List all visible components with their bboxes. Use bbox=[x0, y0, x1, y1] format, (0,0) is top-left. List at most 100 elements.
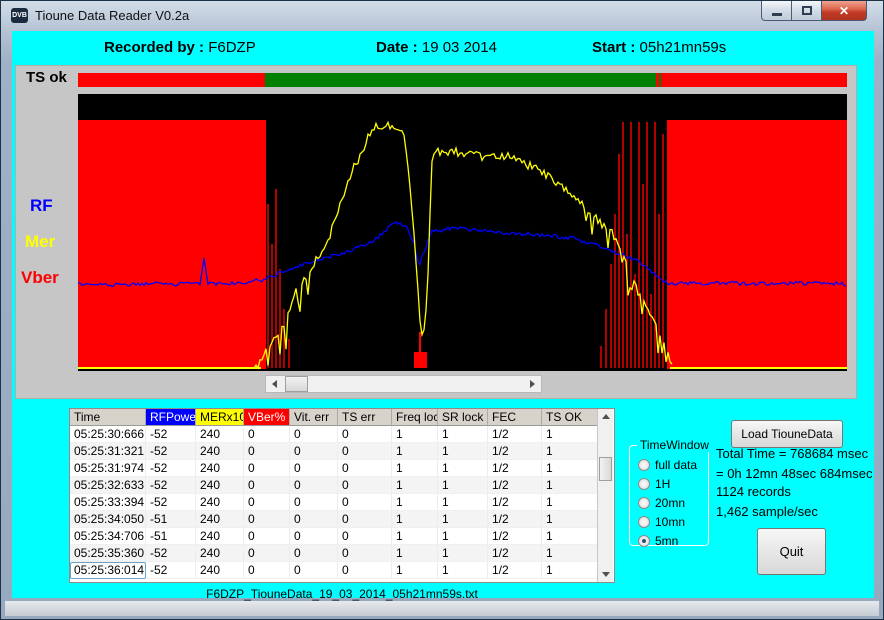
table-scrollbar-vertical[interactable] bbox=[597, 409, 613, 582]
table-scrollbar-thumb[interactable] bbox=[599, 457, 612, 481]
column-header-sr-lock[interactable]: SR lock bbox=[438, 409, 488, 426]
table-cell[interactable]: 1/2 bbox=[488, 426, 542, 443]
table-cell[interactable]: 1 bbox=[542, 494, 599, 511]
table-cell[interactable]: 1 bbox=[392, 460, 438, 477]
table-cell[interactable]: 0 bbox=[244, 443, 290, 460]
table-cell[interactable]: 1 bbox=[438, 443, 488, 460]
table-row[interactable]: 05:25:34:050-51240000111/21 bbox=[70, 511, 614, 528]
scroll-left-button[interactable] bbox=[266, 376, 283, 392]
table-cell[interactable]: 0 bbox=[290, 443, 338, 460]
table-cell[interactable]: 0 bbox=[244, 426, 290, 443]
radio-option-1h[interactable]: 1H bbox=[638, 476, 670, 492]
table-cell[interactable]: 0 bbox=[290, 477, 338, 494]
table-cell[interactable]: 0 bbox=[244, 528, 290, 545]
table-cell[interactable]: 05:25:34:706 bbox=[70, 528, 146, 545]
table-cell[interactable]: 05:25:33:394 bbox=[70, 494, 146, 511]
table-cell[interactable]: 0 bbox=[338, 528, 392, 545]
table-cell[interactable]: 1 bbox=[438, 511, 488, 528]
table-cell[interactable]: -52 bbox=[146, 443, 196, 460]
table-row[interactable]: 05:25:36:014-52240000111/21 bbox=[70, 562, 614, 579]
table-cell[interactable]: 240 bbox=[196, 443, 244, 460]
table-cell[interactable]: 0 bbox=[290, 426, 338, 443]
table-cell[interactable]: 1 bbox=[542, 511, 599, 528]
radio-option-10mn[interactable]: 10mn bbox=[638, 514, 685, 530]
table-cell[interactable]: 1 bbox=[438, 477, 488, 494]
table-cell[interactable]: 1 bbox=[542, 443, 599, 460]
table-cell[interactable]: 1 bbox=[392, 477, 438, 494]
table-cell[interactable]: 0 bbox=[338, 443, 392, 460]
table-row[interactable]: 05:25:31:974-52240000111/21 bbox=[70, 460, 614, 477]
table-cell[interactable]: 1 bbox=[392, 443, 438, 460]
table-cell[interactable]: 1/2 bbox=[488, 494, 542, 511]
table-cell[interactable]: 0 bbox=[338, 562, 392, 579]
chart-scrollbar-horizontal[interactable] bbox=[265, 375, 542, 393]
minimize-button[interactable] bbox=[761, 1, 792, 21]
table-cell[interactable]: 1 bbox=[392, 545, 438, 562]
table-cell[interactable]: -52 bbox=[146, 426, 196, 443]
column-header-rfpower[interactable]: RFPower bbox=[146, 409, 196, 426]
table-cell[interactable]: 05:25:32:633 bbox=[70, 477, 146, 494]
table-cell[interactable]: 1/2 bbox=[488, 477, 542, 494]
table-cell[interactable]: 1/2 bbox=[488, 460, 542, 477]
table-cell[interactable]: 0 bbox=[244, 477, 290, 494]
column-header-vber-[interactable]: VBer% bbox=[244, 409, 290, 426]
table-cell[interactable]: -52 bbox=[146, 477, 196, 494]
column-header-ts-ok[interactable]: TS OK bbox=[542, 409, 599, 426]
table-cell[interactable]: 0 bbox=[244, 494, 290, 511]
load-tiounedata-button[interactable]: Load TiouneData bbox=[731, 420, 843, 448]
table-cell[interactable]: 0 bbox=[338, 426, 392, 443]
table-cell[interactable]: 1 bbox=[392, 511, 438, 528]
table-cell[interactable]: 0 bbox=[244, 460, 290, 477]
table-cell[interactable]: 0 bbox=[338, 494, 392, 511]
table-cell[interactable]: 1/2 bbox=[488, 443, 542, 460]
table-cell[interactable]: 05:25:30:666 bbox=[70, 426, 146, 443]
table-cell[interactable]: 1 bbox=[392, 528, 438, 545]
table-cell[interactable]: 1 bbox=[438, 528, 488, 545]
scroll-down-button[interactable] bbox=[598, 567, 613, 582]
table-cell[interactable]: 0 bbox=[338, 477, 392, 494]
table-cell[interactable]: 0 bbox=[244, 562, 290, 579]
titlebar[interactable]: DVB Tioune Data Reader V0.2a ✕ bbox=[1, 1, 883, 31]
table-cell[interactable]: -52 bbox=[146, 460, 196, 477]
table-cell[interactable]: 1 bbox=[542, 545, 599, 562]
table-row[interactable]: 05:25:35:360-52240000111/21 bbox=[70, 545, 614, 562]
table-cell[interactable]: 240 bbox=[196, 494, 244, 511]
table-cell[interactable]: 1/2 bbox=[488, 562, 542, 579]
table-cell[interactable]: 1 bbox=[392, 562, 438, 579]
table-cell[interactable]: 0 bbox=[244, 545, 290, 562]
table-cell[interactable]: 05:25:34:050 bbox=[70, 511, 146, 528]
table-cell[interactable]: 240 bbox=[196, 460, 244, 477]
table-cell[interactable]: 1 bbox=[392, 426, 438, 443]
table-cell[interactable]: 1 bbox=[438, 494, 488, 511]
table-cell[interactable]: 1 bbox=[542, 477, 599, 494]
scroll-up-button[interactable] bbox=[598, 409, 613, 424]
close-button[interactable]: ✕ bbox=[822, 1, 867, 21]
table-cell[interactable]: 240 bbox=[196, 511, 244, 528]
table-cell[interactable]: 1 bbox=[542, 528, 599, 545]
table-cell[interactable]: 240 bbox=[196, 562, 244, 579]
table-cell[interactable]: 05:25:36:014 bbox=[70, 562, 146, 579]
table-cell[interactable]: 1 bbox=[438, 426, 488, 443]
radio-option-20mn[interactable]: 20mn bbox=[638, 495, 685, 511]
table-cell[interactable]: 0 bbox=[290, 562, 338, 579]
column-header-vit-err[interactable]: Vit. err bbox=[290, 409, 338, 426]
table-row[interactable]: 05:25:34:706-51240000111/21 bbox=[70, 528, 614, 545]
table-cell[interactable]: 0 bbox=[290, 528, 338, 545]
table-cell[interactable]: 1 bbox=[438, 460, 488, 477]
table-cell[interactable]: 1/2 bbox=[488, 528, 542, 545]
column-header-freq-lock[interactable]: Freq lock bbox=[392, 409, 438, 426]
table-cell[interactable]: 0 bbox=[338, 460, 392, 477]
table-cell[interactable]: 0 bbox=[338, 545, 392, 562]
table-cell[interactable]: 240 bbox=[196, 477, 244, 494]
table-row[interactable]: 05:25:33:394-52240000111/21 bbox=[70, 494, 614, 511]
table-cell[interactable]: 240 bbox=[196, 528, 244, 545]
table-cell[interactable]: 0 bbox=[290, 494, 338, 511]
table-cell[interactable]: -52 bbox=[146, 545, 196, 562]
scroll-right-button[interactable] bbox=[524, 376, 541, 392]
maximize-button[interactable] bbox=[792, 1, 822, 21]
table-cell[interactable]: 0 bbox=[290, 545, 338, 562]
table-cell[interactable]: -51 bbox=[146, 511, 196, 528]
table-cell[interactable]: 1 bbox=[438, 545, 488, 562]
radio-option-full-data[interactable]: full data bbox=[638, 457, 697, 473]
table-cell[interactable]: 0 bbox=[244, 511, 290, 528]
